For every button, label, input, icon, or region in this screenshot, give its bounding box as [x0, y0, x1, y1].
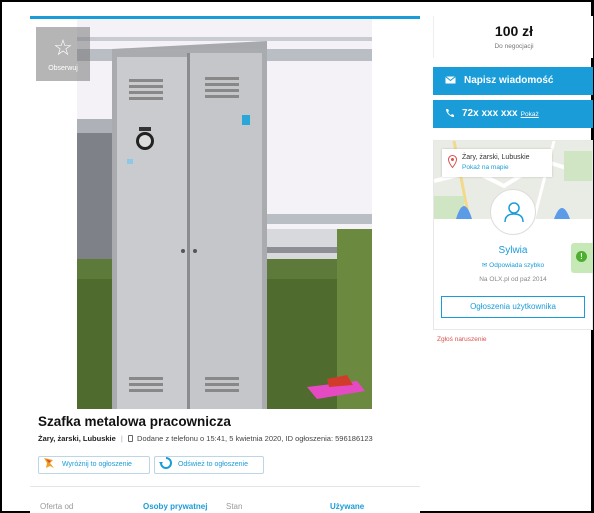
listing-panel: ☆ Obserwuj Szafka metalowa pracownicza Ż… — [30, 16, 420, 513]
promote-icon — [44, 458, 54, 468]
star-icon: ☆ — [53, 35, 73, 60]
added-from: Dodane z telefonu — [137, 434, 198, 443]
added-time: o 15:41, 5 kwietnia 2020, ID ogłoszenia:… — [200, 434, 373, 443]
listing-location[interactable]: Żary, żarski, Lubuskie — [38, 434, 116, 443]
listing-meta: Żary, żarski, Lubuskie | Dodane z telefo… — [38, 434, 373, 443]
report-link[interactable]: Zgłoś naruszenie — [437, 336, 487, 343]
feedback-tab[interactable]: ! — [571, 243, 593, 273]
refresh-label: Odśwież to ogłoszenie — [177, 461, 248, 468]
details-divider — [30, 486, 420, 487]
detail-value-offer[interactable]: Osoby prywatnej — [143, 502, 207, 511]
detail-label-condition: Stan — [226, 502, 243, 511]
observe-button[interactable]: ☆ Obserwuj — [36, 27, 90, 81]
map-pin-icon — [448, 155, 457, 168]
show-on-map-link[interactable]: Pokaż na mapie — [462, 164, 509, 171]
detail-label-offer: Oferta od — [40, 502, 74, 511]
avatar[interactable] — [490, 189, 536, 235]
price-value: 100 zł — [494, 23, 534, 39]
message-button[interactable]: Napisz wiadomość — [433, 67, 593, 95]
locker-photo-illustration — [77, 19, 372, 409]
observe-label: Obserwuj — [48, 65, 78, 72]
envelope-icon — [445, 76, 456, 84]
user-icon — [504, 202, 524, 223]
alert-icon: ! — [576, 251, 587, 262]
seller-name[interactable]: Sylwia — [434, 245, 592, 256]
seller-response-label: Odpowiada szybko — [489, 262, 545, 269]
message-label: Napisz wiadomość — [464, 75, 554, 86]
phone-small-icon — [127, 435, 133, 442]
seller-since: Na OLX.pl od paź 2014 — [479, 276, 547, 283]
phone-number: 72x xxx xxx — [462, 108, 518, 119]
detail-value-condition[interactable]: Używane — [330, 502, 364, 511]
listing-title: Szafka metalowa pracownicza — [38, 414, 231, 429]
phone-show-link[interactable]: Pokaż — [521, 111, 539, 118]
seller-location: Żary, żarski, Lubuskie — [462, 154, 530, 161]
seller-card: Żary, żarski, Lubuskie Pokaż na mapie Sy… — [433, 140, 593, 330]
user-ads-button[interactable]: Ogłoszenia użytkownika — [441, 296, 585, 318]
photo-gallery[interactable]: ☆ Obserwuj — [30, 19, 420, 409]
seller-response: ✉ Odpowiada szybko — [434, 261, 592, 269]
negotiable-label: Do negocjacji — [494, 43, 534, 50]
speech-icon: ✉ — [481, 262, 488, 269]
refresh-button[interactable]: Odśwież to ogłoszenie — [154, 456, 264, 474]
promote-button[interactable]: Wyróżnij to ogłoszenie — [38, 456, 150, 474]
meta-separator: | — [120, 434, 123, 443]
promote-label: Wyróżnij to ogłoszenie — [61, 461, 132, 468]
price-box: 100 zł Do negocjacji — [433, 16, 593, 58]
location-box: Żary, żarski, Lubuskie Pokaż na mapie — [442, 149, 552, 177]
listing-photo[interactable] — [77, 19, 372, 409]
phone-icon — [446, 109, 454, 118]
refresh-icon — [159, 457, 172, 469]
phone-button[interactable]: 72x xxx xxx Pokaż — [433, 100, 593, 128]
